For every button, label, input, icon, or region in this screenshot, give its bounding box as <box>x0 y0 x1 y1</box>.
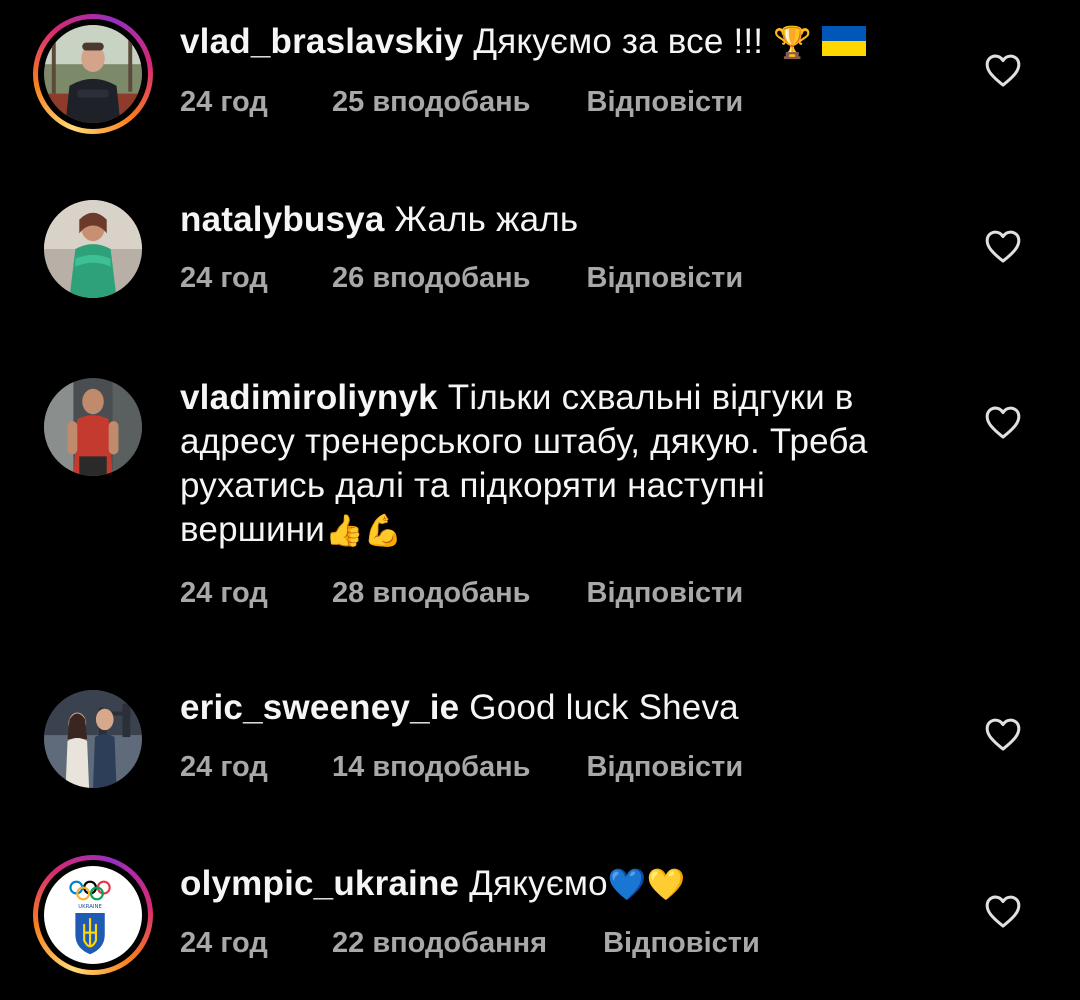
heart-icon[interactable] <box>984 716 1022 752</box>
avatar: UKRAINE <box>44 866 142 964</box>
comment-username[interactable]: vladimiroliynyk <box>180 378 438 417</box>
likes-count[interactable]: 14 вподобань <box>332 751 531 784</box>
comment-username[interactable]: olympic_ukraine <box>180 864 459 903</box>
comment-body-line: вершини <box>180 510 326 549</box>
comment-text: olympic_ukraine Дякуємо💙💛 <box>180 862 970 907</box>
avatar[interactable] <box>44 200 142 298</box>
comment-time: 24 год <box>180 262 268 294</box>
heart-icon[interactable] <box>984 52 1022 88</box>
comment-username[interactable]: natalybusya <box>180 200 385 239</box>
likes-count[interactable]: 26 вподобань <box>332 262 531 295</box>
comment-username[interactable]: eric_sweeney_ie <box>180 688 459 727</box>
comment-body: Good luck Sheva <box>469 688 739 727</box>
avatar[interactable] <box>44 378 142 476</box>
comment-meta: 24 год 22 вподобання Відповісти <box>180 927 760 960</box>
reply-button[interactable]: Відповісти <box>587 577 744 610</box>
heart-icon[interactable] <box>984 893 1022 929</box>
reply-button[interactable]: Відповісти <box>587 751 744 784</box>
comment-body-line: адресу тренерського штабу, дякую. Треба <box>180 422 868 461</box>
likes-count[interactable]: 28 вподобань <box>332 577 531 610</box>
comment-body-line: рухатись далі та підкоряти наступні <box>180 466 765 505</box>
comment-text: natalybusya Жаль жаль <box>180 198 970 242</box>
comment-body: Дякуємо за все !!! <box>473 22 764 61</box>
likes-count[interactable]: 22 вподобання <box>332 927 547 960</box>
comment-body: Дякуємо <box>469 864 608 903</box>
heart-icon[interactable] <box>984 228 1022 264</box>
comment-text: eric_sweeney_ie Good luck Sheva <box>180 686 970 730</box>
reply-button[interactable]: Відповісти <box>587 86 744 119</box>
comment-meta: 24 год 25 вподобань Відповісти <box>180 86 743 119</box>
avatar[interactable] <box>44 690 142 788</box>
comment-text-line: вершини👍💪 <box>180 508 970 553</box>
hearts-emoji: 💙💛 <box>607 867 686 903</box>
comments-list: vlad_braslavskiy Дякуємо за все !!! 🏆 24… <box>0 0 1080 1000</box>
comment-meta: 24 год 26 вподобань Відповісти <box>180 262 743 295</box>
ukraine-flag-icon <box>821 26 866 56</box>
avatar <box>44 25 142 123</box>
story-ring-avatar[interactable] <box>33 14 153 134</box>
avatar-logo-text: UKRAINE <box>78 904 102 910</box>
reply-button[interactable]: Відповісти <box>603 927 760 960</box>
likes-count[interactable]: 25 вподобань <box>332 86 531 119</box>
comment-body: Жаль жаль <box>394 200 579 239</box>
comment-text: vlad_braslavskiy Дякуємо за все !!! 🏆 <box>180 20 970 65</box>
comment-text-line: vladimiroliynyk Тільки схвальні відгуки … <box>180 376 970 420</box>
comment-username[interactable]: vlad_braslavskiy <box>180 22 463 61</box>
comment-time: 24 год <box>180 86 268 118</box>
comment-time: 24 год <box>180 751 268 783</box>
comment-body-line: Тільки схвальні відгуки в <box>447 378 854 417</box>
reply-button[interactable]: Відповісти <box>587 262 744 295</box>
story-ring-avatar[interactable]: UKRAINE <box>33 855 153 975</box>
comment-meta: 24 год 28 вподобань Відповісти <box>180 577 743 610</box>
comment-time: 24 год <box>180 927 268 959</box>
comment-time: 24 год <box>180 577 268 609</box>
comment-meta: 24 год 14 вподобань Відповісти <box>180 751 743 784</box>
heart-icon[interactable] <box>984 404 1022 440</box>
thumbs-muscle-emoji: 👍💪 <box>325 513 403 549</box>
trophy-emoji: 🏆 <box>773 25 812 61</box>
